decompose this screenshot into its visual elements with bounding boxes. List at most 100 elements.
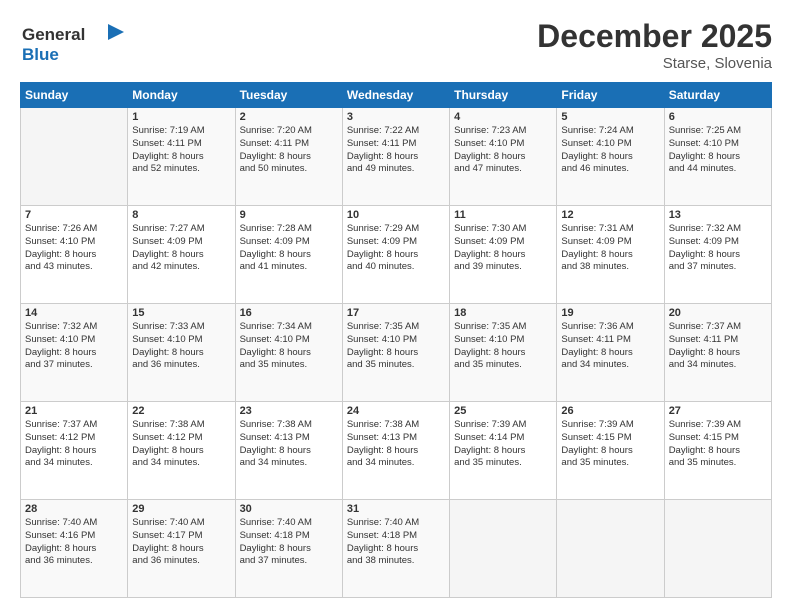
day-content: Sunrise: 7:26 AMSunset: 4:10 PMDaylight:… — [25, 223, 123, 274]
day-content: Sunrise: 7:38 AMSunset: 4:13 PMDaylight:… — [240, 419, 338, 470]
day-number: 30 — [240, 503, 338, 515]
table-row: 5Sunrise: 7:24 AMSunset: 4:10 PMDaylight… — [557, 108, 664, 206]
day-content: Sunrise: 7:27 AMSunset: 4:09 PMDaylight:… — [132, 223, 230, 274]
table-row: 4Sunrise: 7:23 AMSunset: 4:10 PMDaylight… — [450, 108, 557, 206]
day-number: 14 — [25, 307, 123, 319]
day-content: Sunrise: 7:36 AMSunset: 4:11 PMDaylight:… — [561, 321, 659, 372]
day-number: 12 — [561, 209, 659, 221]
day-content: Sunrise: 7:22 AMSunset: 4:11 PMDaylight:… — [347, 125, 445, 176]
table-row: 6 Sunrise: 7:25 AMSunset: 4:10 PMDaylight… — [664, 108, 771, 206]
day-content: Sunrise: 7:40 AMSunset: 4:16 PMDaylight:… — [25, 517, 123, 568]
table-row: 26 Sunrise: 7:39 AMSunset: 4:15 PMDayligh… — [557, 402, 664, 500]
col-saturday: Saturday — [664, 83, 771, 108]
svg-text:General: General — [22, 25, 85, 44]
col-tuesday: Tuesday — [235, 83, 342, 108]
table-row: 8 Sunrise: 7:27 AMSunset: 4:09 PMDaylight… — [128, 206, 235, 304]
day-number: 22 — [132, 405, 230, 417]
month-title: December 2025 — [537, 18, 772, 55]
table-row: 2Sunrise: 7:20 AMSunset: 4:11 PMDaylight… — [235, 108, 342, 206]
table-row: 17Sunrise: 7:35 AMSunset: 4:10 PMDayligh… — [342, 304, 449, 402]
day-number: 1 — [132, 111, 230, 123]
day-content: Sunrise: 7:28 AMSunset: 4:09 PMDaylight:… — [240, 223, 338, 274]
day-content: Sunrise: 7:32 AMSunset: 4:09 PMDaylight:… — [669, 223, 767, 274]
page: General Blue December 2025 Starse, Slove… — [0, 0, 792, 612]
table-row: 11Sunrise: 7:30 AMSunset: 4:09 PMDayligh… — [450, 206, 557, 304]
title-block: December 2025 Starse, Slovenia — [537, 18, 772, 72]
day-content: Sunrise: 7:33 AMSunset: 4:10 PMDaylight:… — [132, 321, 230, 372]
calendar-week-5: 28 Sunrise: 7:40 AMSunset: 4:16 PMDayligh… — [21, 500, 772, 598]
col-monday: Monday — [128, 83, 235, 108]
calendar-week-2: 7 Sunrise: 7:26 AMSunset: 4:10 PMDaylight… — [21, 206, 772, 304]
svg-text:Blue: Blue — [22, 45, 59, 64]
day-number: 13 — [669, 209, 767, 221]
day-number: 27 — [669, 405, 767, 417]
day-number: 11 — [454, 209, 552, 221]
col-thursday: Thursday — [450, 83, 557, 108]
day-number: 28 — [25, 503, 123, 515]
day-number: 23 — [240, 405, 338, 417]
header: General Blue December 2025 Starse, Slove… — [20, 18, 772, 72]
day-number: 2 — [240, 111, 338, 123]
calendar-table: Sunday Monday Tuesday Wednesday Thursday… — [20, 82, 772, 598]
day-content: Sunrise: 7:29 AMSunset: 4:09 PMDaylight:… — [347, 223, 445, 274]
day-content: Sunrise: 7:31 AMSunset: 4:09 PMDaylight:… — [561, 223, 659, 274]
day-number: 26 — [561, 405, 659, 417]
calendar-week-4: 21Sunrise: 7:37 AMSunset: 4:12 PMDayligh… — [21, 402, 772, 500]
day-number: 7 — [25, 209, 123, 221]
table-row: 1Sunrise: 7:19 AMSunset: 4:11 PMDaylight… — [128, 108, 235, 206]
table-row: 23 Sunrise: 7:38 AMSunset: 4:13 PMDayligh… — [235, 402, 342, 500]
day-content: Sunrise: 7:25 AMSunset: 4:10 PMDaylight:… — [669, 125, 767, 176]
table-row: 19 Sunrise: 7:36 AMSunset: 4:11 PMDayligh… — [557, 304, 664, 402]
table-row: 12 Sunrise: 7:31 AMSunset: 4:09 PMDayligh… — [557, 206, 664, 304]
day-content: Sunrise: 7:37 AMSunset: 4:11 PMDaylight:… — [669, 321, 767, 372]
day-content: Sunrise: 7:40 AMSunset: 4:17 PMDaylight:… — [132, 517, 230, 568]
day-content: Sunrise: 7:35 AMSunset: 4:10 PMDaylight:… — [347, 321, 445, 372]
table-row: 10 Sunrise: 7:29 AMSunset: 4:09 PMDayligh… — [342, 206, 449, 304]
table-row: 3 Sunrise: 7:22 AMSunset: 4:11 PMDaylight… — [342, 108, 449, 206]
day-content: Sunrise: 7:39 AMSunset: 4:15 PMDaylight:… — [669, 419, 767, 470]
day-content: Sunrise: 7:35 AMSunset: 4:10 PMDaylight:… — [454, 321, 552, 372]
col-sunday: Sunday — [21, 83, 128, 108]
logo-svg: General Blue — [20, 18, 130, 66]
table-row: 15Sunrise: 7:33 AMSunset: 4:10 PMDayligh… — [128, 304, 235, 402]
logo: General Blue — [20, 18, 130, 71]
location: Starse, Slovenia — [537, 55, 772, 72]
table-row — [450, 500, 557, 598]
table-row: 31Sunrise: 7:40 AMSunset: 4:18 PMDayligh… — [342, 500, 449, 598]
day-number: 20 — [669, 307, 767, 319]
day-number: 29 — [132, 503, 230, 515]
table-row: 18 Sunrise: 7:35 AMSunset: 4:10 PMDayligh… — [450, 304, 557, 402]
table-row: 24 Sunrise: 7:38 AMSunset: 4:13 PMDayligh… — [342, 402, 449, 500]
day-content: Sunrise: 7:38 AMSunset: 4:12 PMDaylight:… — [132, 419, 230, 470]
table-row — [557, 500, 664, 598]
day-number: 3 — [347, 111, 445, 123]
table-row: 20 Sunrise: 7:37 AMSunset: 4:11 PMDayligh… — [664, 304, 771, 402]
table-row: 28 Sunrise: 7:40 AMSunset: 4:16 PMDayligh… — [21, 500, 128, 598]
day-content: Sunrise: 7:34 AMSunset: 4:10 PMDaylight:… — [240, 321, 338, 372]
table-row: 14Sunrise: 7:32 AMSunset: 4:10 PMDayligh… — [21, 304, 128, 402]
day-number: 24 — [347, 405, 445, 417]
day-number: 21 — [25, 405, 123, 417]
day-content: Sunrise: 7:38 AMSunset: 4:13 PMDaylight:… — [347, 419, 445, 470]
table-row: 25Sunrise: 7:39 AMSunset: 4:14 PMDayligh… — [450, 402, 557, 500]
day-number: 10 — [347, 209, 445, 221]
day-number: 18 — [454, 307, 552, 319]
table-row: 22 Sunrise: 7:38 AMSunset: 4:12 PMDayligh… — [128, 402, 235, 500]
day-number: 6 — [669, 111, 767, 123]
day-number: 8 — [132, 209, 230, 221]
day-content: Sunrise: 7:39 AMSunset: 4:14 PMDaylight:… — [454, 419, 552, 470]
day-number: 31 — [347, 503, 445, 515]
day-content: Sunrise: 7:23 AMSunset: 4:10 PMDaylight:… — [454, 125, 552, 176]
table-row: 9Sunrise: 7:28 AMSunset: 4:09 PMDaylight… — [235, 206, 342, 304]
col-wednesday: Wednesday — [342, 83, 449, 108]
day-number: 19 — [561, 307, 659, 319]
table-row: 27 Sunrise: 7:39 AMSunset: 4:15 PMDayligh… — [664, 402, 771, 500]
table-row — [21, 108, 128, 206]
day-content: Sunrise: 7:40 AMSunset: 4:18 PMDaylight:… — [240, 517, 338, 568]
day-content: Sunrise: 7:39 AMSunset: 4:15 PMDaylight:… — [561, 419, 659, 470]
calendar-week-1: 1Sunrise: 7:19 AMSunset: 4:11 PMDaylight… — [21, 108, 772, 206]
col-friday: Friday — [557, 83, 664, 108]
table-row: 7 Sunrise: 7:26 AMSunset: 4:10 PMDaylight… — [21, 206, 128, 304]
table-row: 16Sunrise: 7:34 AMSunset: 4:10 PMDayligh… — [235, 304, 342, 402]
logo-block: General Blue — [20, 18, 130, 71]
